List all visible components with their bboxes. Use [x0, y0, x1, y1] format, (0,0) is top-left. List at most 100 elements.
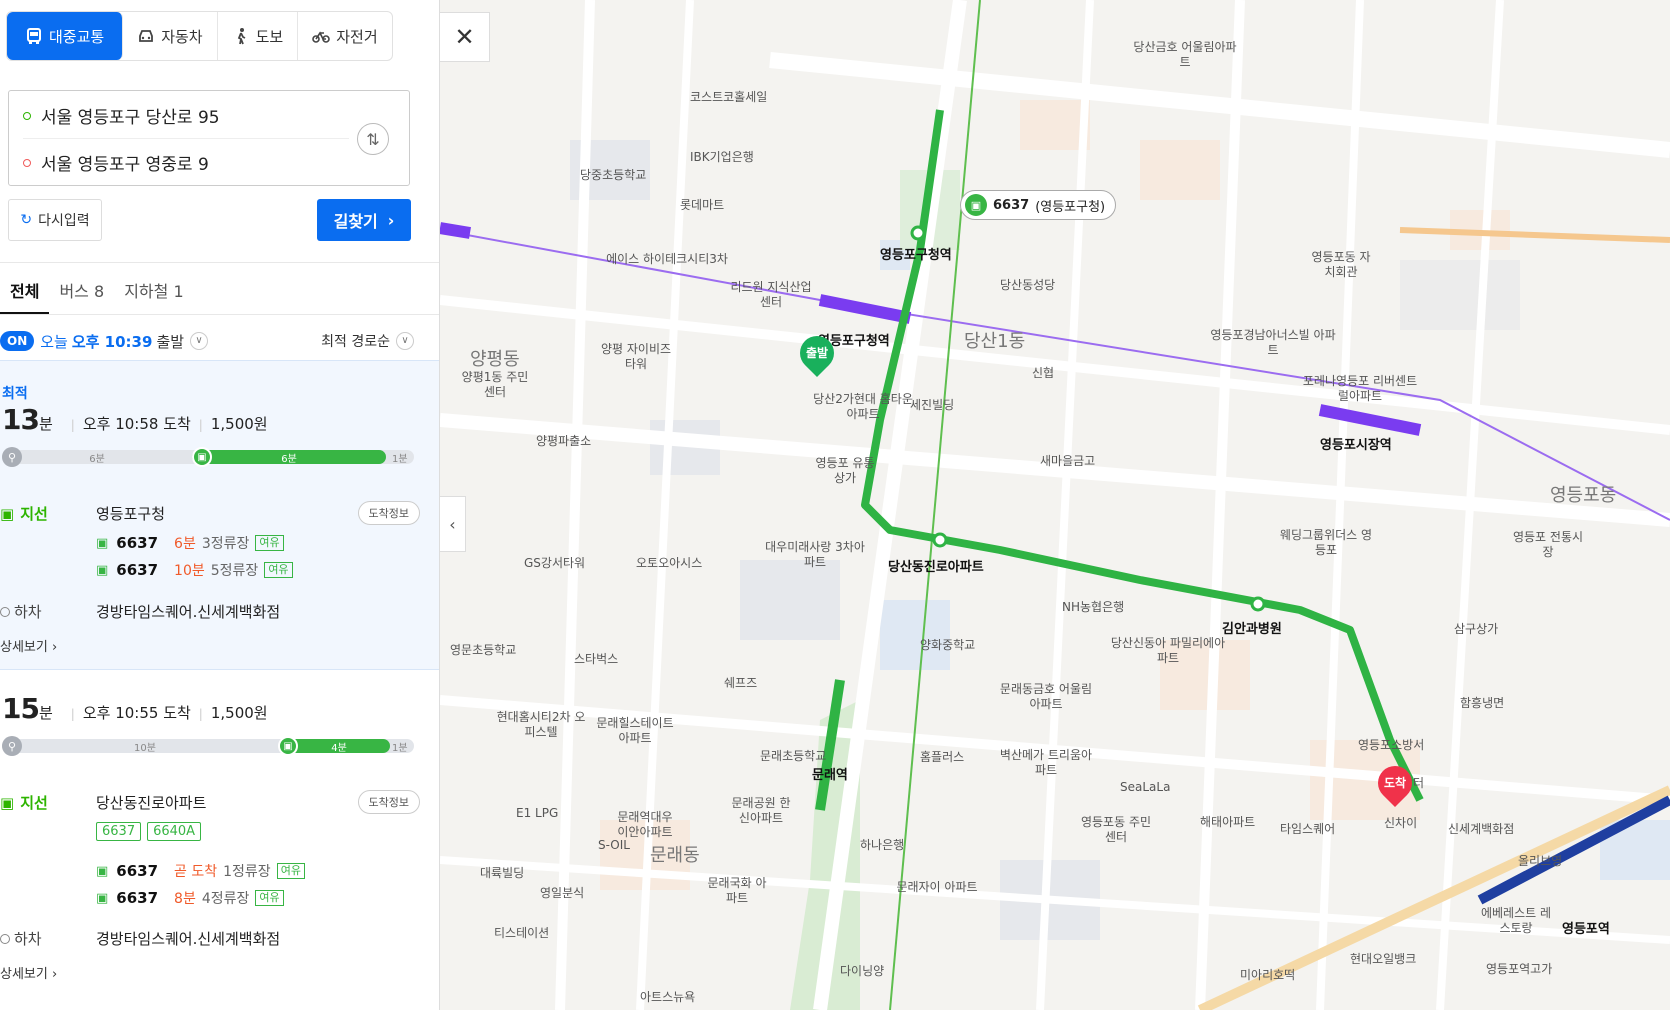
bus-icon: ▣ — [965, 194, 987, 216]
end-pin-label: 도착 — [1383, 776, 1407, 790]
map-label-poi: 현대홈시티2차 오피스텔 — [496, 710, 586, 739]
map-label-poi: NH농협은행 — [1062, 600, 1125, 614]
bus-segment: 6분 — [192, 450, 386, 465]
map-label-poi: 문래자이 아파트 — [896, 880, 978, 894]
bus-icon: ▣ — [0, 793, 15, 812]
best-route-tag: 최적 — [2, 386, 28, 402]
alight-dot-icon — [0, 933, 10, 944]
chevron-down-icon[interactable]: ∨ — [190, 332, 209, 350]
line-type-label: 지선 — [20, 505, 48, 523]
arrival-info-button[interactable]: 도착정보 — [357, 501, 420, 525]
alight-label: 하차 — [14, 603, 42, 621]
bus-number: 6637 — [116, 534, 159, 552]
route-divider — [23, 138, 349, 139]
route-inputs: 서울 영등포구 당산로 95 서울 영등포구 영중로 9 ⇅ — [8, 90, 410, 186]
mode-label: 대중교통 — [49, 27, 105, 46]
map-label-poi: 당산금호 어울림아파트 — [1133, 40, 1237, 69]
line-type-label: 지선 — [20, 794, 48, 812]
route-result-card[interactable]: 15 분 | 오후 10:55 도착 | 1,500원 10분 ⚲ 4분 ▣ 1… — [0, 672, 439, 1002]
chevron-left-icon[interactable]: ‹ — [440, 496, 466, 552]
result-tabs: 전체 버스 8 지하철 1 — [0, 268, 194, 314]
route-summary: 13 분 | 오후 10:58 도착 | 1,500원 — [2, 403, 268, 436]
map-label-poi: SeaLaLa — [1120, 780, 1171, 794]
start-pin[interactable]: 출발 — [792, 328, 842, 378]
details-link[interactable]: 상세보기 › — [0, 963, 57, 982]
map-label-poi: 벽산메가 트리움아파트 — [999, 748, 1093, 777]
map-label-poi: 올리브영 — [1518, 854, 1563, 868]
details-link[interactable]: 상세보기 › — [0, 636, 57, 655]
search-button[interactable]: 길찾기 › — [317, 199, 411, 241]
map-label-poi: 삼구상가 — [1454, 622, 1499, 636]
mode-car[interactable]: 자동차 — [123, 12, 218, 60]
origin-field[interactable]: 서울 영등포구 당산로 95 — [23, 103, 220, 128]
chevron-right-icon: › — [387, 210, 395, 230]
tab-all[interactable]: 전체 — [0, 268, 50, 314]
bus-chip[interactable]: 6637 — [96, 822, 142, 841]
walk-icon: ⚲ — [2, 736, 22, 756]
bus-chip[interactable]: 6640A — [147, 822, 202, 841]
depart-time[interactable]: 오후 10:39 — [72, 331, 153, 352]
chevron-down-icon: ∨ — [396, 332, 414, 350]
route-result-card[interactable]: 최적 13 분 | 오후 10:58 도착 | 1,500원 6분 ⚲ 6분 ▣… — [0, 360, 439, 670]
sort-select[interactable]: 최적 경로순 ∨ — [321, 331, 414, 351]
arrival-info-button[interactable]: 도착정보 — [357, 790, 420, 814]
map-label-poi: 문래역대우 이안아파트 — [617, 810, 673, 839]
tab-subway[interactable]: 지하철 1 — [114, 268, 193, 314]
bus-stop-callout[interactable]: ▣ 6637 (영등포구청) — [960, 190, 1117, 220]
directions-panel: 대중교통 자동차 도보 자전거 서울 영등포구 당산로 95 서울 영등포구 영… — [0, 0, 440, 1010]
map-label-station: 영등포시장역 — [1320, 438, 1392, 453]
map-view[interactable]: 영등포구청역 당산동진로아파트 김안과병원 영등포구청역 영등포시장역 문래역 … — [440, 0, 1670, 1010]
mode-bicycle[interactable]: 자전거 — [298, 12, 391, 60]
map-label-stop: 당산동진로아파트 — [888, 560, 984, 575]
destination-field[interactable]: 서울 영등포구 영중로 9 — [23, 150, 209, 175]
bus-line-type: ▣ 지선 — [0, 503, 48, 524]
map-label-poi: 에이스 하이테크시티3차 — [606, 252, 728, 266]
walk-after-segment: 1분 — [392, 453, 408, 465]
bus-arrival-row: ▣ 6637 곧 도착 1정류장 여유 — [96, 861, 305, 881]
details-label: 상세보기 — [0, 640, 48, 655]
map-label-area: 양평동 — [470, 349, 520, 370]
tab-bus[interactable]: 버스 8 — [49, 268, 114, 314]
mode-walk[interactable]: 도보 — [218, 12, 299, 60]
bus-stop-name: (영등포구청) — [1035, 199, 1106, 215]
map-label-stop: 김안과병원 — [1222, 622, 1282, 637]
car-icon — [139, 30, 154, 42]
bus-icon: ▣ — [0, 504, 15, 523]
map-label-poi: 대우미래사랑 3차아파트 — [765, 540, 865, 569]
map-label-poi: 영등포소방서 — [1358, 738, 1425, 752]
refresh-icon: ↻ — [20, 212, 33, 228]
map-label-area: 당산1동 — [964, 331, 1026, 352]
realtime-toggle[interactable]: ON — [0, 331, 35, 351]
search-label: 길찾기 — [333, 212, 378, 231]
close-icon[interactable]: ✕ — [440, 12, 490, 62]
duration-unit: 분 — [38, 704, 53, 722]
map-label-poi: 양화중학교 — [920, 638, 976, 652]
mode-transit[interactable]: 대중교통 — [7, 12, 124, 60]
map-label-poi: GS강서타워 — [524, 556, 586, 570]
route-summary: 15 분 | 오후 10:55 도착 | 1,500원 — [2, 692, 268, 725]
map-label-poi: 영등포동 주민센터 — [1080, 815, 1152, 844]
bus-eta: 6분 — [174, 536, 196, 552]
divider: | — [198, 418, 203, 432]
map-label-poi: 리드원 지식산업센터 — [730, 280, 812, 309]
bus-number: 6637 — [116, 561, 159, 579]
map-label-poi: 티스테이션 — [494, 926, 550, 940]
divider: | — [70, 707, 75, 721]
bus-stops-away: 3정류장 — [201, 536, 250, 552]
bus-line-type: ▣ 지선 — [0, 792, 48, 813]
map-label-poi: 영일분식 — [540, 886, 585, 900]
route-timeline-bar: 10분 ⚲ 4분 ▣ 1분 — [2, 736, 414, 756]
divider: | — [198, 707, 203, 721]
swap-icon[interactable]: ⇅ — [357, 123, 389, 155]
reset-button[interactable]: ↻ 다시입력 — [8, 199, 102, 241]
map-label-poi: 타임스퀘어 — [1280, 822, 1336, 836]
end-pin[interactable]: 도착 — [1370, 758, 1420, 808]
map-label-poi: 당산2가현대 홈타운아파트 — [813, 392, 913, 421]
mode-label: 자전거 — [336, 27, 378, 46]
map-label-poi: 스타벅스 — [574, 652, 619, 666]
bus-segment: 4분 — [288, 739, 390, 754]
walk-after-segment: 1분 — [392, 742, 408, 754]
map-label-poi: 대륙빌딩 — [480, 866, 525, 880]
origin-text: 서울 영등포구 당산로 95 — [41, 108, 220, 128]
bus-icon: ▣ — [96, 890, 109, 906]
